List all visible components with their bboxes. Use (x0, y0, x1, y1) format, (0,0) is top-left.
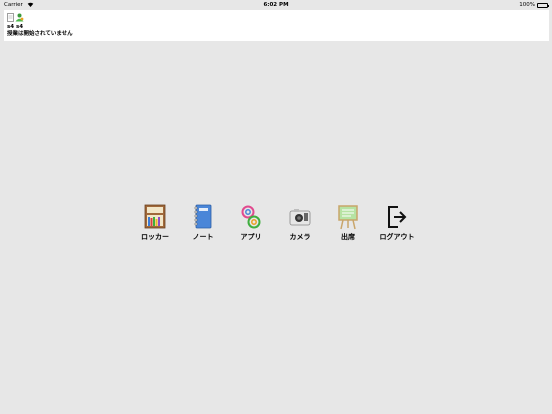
header-panel: s4 s4 授業は開始されていません (4, 10, 549, 41)
logout-icon (388, 206, 407, 228)
clock: 6:02 PM (263, 2, 289, 8)
dock-label: ノート (192, 233, 214, 241)
header-icons (7, 13, 24, 22)
dock-label: アプリ (240, 233, 262, 241)
dock-item-camera[interactable]: カメラ (278, 204, 322, 244)
dock-item-logout[interactable]: ログアウト (375, 204, 419, 244)
camera-icon (289, 209, 311, 226)
apps-icon (241, 205, 261, 229)
dock-label: 出席 (341, 233, 355, 241)
class-status: 授業は開始されていません (7, 31, 73, 37)
locker-icon (144, 204, 166, 229)
battery-percent: 100% (519, 2, 535, 8)
dock-label: ログアウト (379, 233, 415, 241)
dock-item-locker[interactable]: ロッカー (133, 204, 177, 244)
user-name: s4 s4 (7, 24, 24, 30)
attendance-icon (338, 205, 358, 230)
dock-label: ロッカー (141, 233, 169, 241)
battery-indicator: 100% (519, 0, 549, 10)
document-icon[interactable] (7, 13, 14, 22)
app-dock: ロッカー ノート アプリ カメラ 出席 ログアウト (0, 204, 552, 244)
dock-label: カメラ (289, 233, 311, 241)
dock-item-apps[interactable]: アプリ (229, 204, 273, 244)
dock-item-attendance[interactable]: 出席 (326, 204, 370, 244)
dock-item-notebook[interactable]: ノート (181, 204, 225, 244)
battery-icon (537, 2, 549, 8)
user-group-icon[interactable] (15, 13, 24, 22)
notebook-icon (194, 204, 212, 229)
status-bar: Carrier 6:02 PM 100% (0, 0, 552, 10)
